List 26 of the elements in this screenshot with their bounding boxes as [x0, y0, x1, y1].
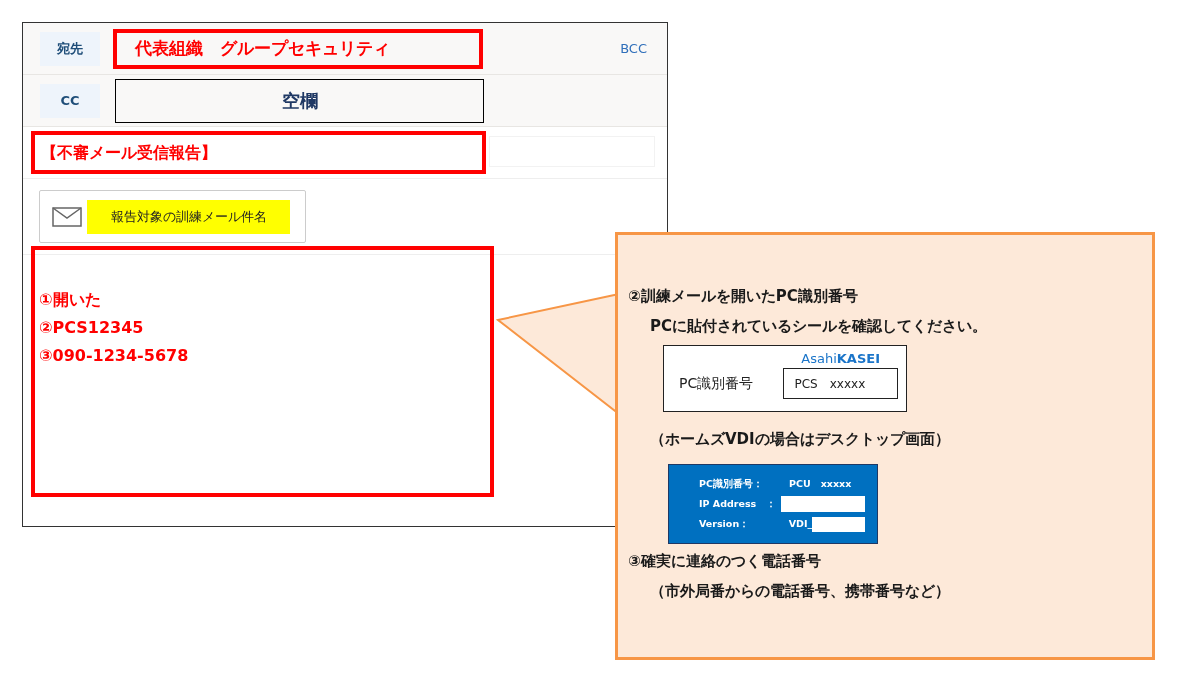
sticker-logo: AsahiKASEI	[801, 350, 880, 368]
callout-note: （ホームズVDIの場合はデスクトップ画面）	[649, 429, 951, 450]
info-value: VDI_	[788, 516, 813, 531]
info-label: PC識別番号：	[699, 476, 764, 491]
bcc-link[interactable]: BCC	[620, 38, 647, 59]
field-label: CC	[40, 83, 100, 118]
body-line: ③090-1234-5678	[39, 345, 190, 367]
attachment-card[interactable]: 報告対象の訓練メール件名	[39, 190, 306, 243]
callout-heading: ②訓練メールを開いたPC識別番号	[628, 286, 859, 307]
body-line: ②PCS12345	[39, 317, 145, 339]
info-value: PCU xxxxx	[789, 476, 852, 491]
recipient-field[interactable]: 空欄	[115, 78, 484, 123]
message-body-field[interactable]: ①開いた ②PCS12345 ③090-1234-5678	[31, 246, 494, 497]
sticker-value: PCS xxxxx	[782, 368, 898, 399]
body-line: ①開いた	[39, 289, 102, 311]
callout-heading: ③確実に連絡のつく電話番号	[628, 551, 822, 572]
info-label: Version：	[699, 516, 751, 531]
recipient-field[interactable]: 代表組織 グループセキュリティ	[113, 28, 483, 69]
sticker-label: PC識別番号	[679, 374, 755, 393]
envelope-icon	[52, 206, 82, 227]
attachment-name: 報告対象の訓練メール件名	[87, 199, 290, 234]
callout-note: （市外局番からの電話番号、携帯番号など）	[649, 581, 951, 602]
subject-field[interactable]: 【不審メール受信報告】	[31, 131, 486, 174]
callout-note: PCに貼付されているシールを確認してください。	[649, 316, 988, 337]
info-label: IP Address ：	[699, 496, 778, 511]
field-label: 宛先	[40, 31, 100, 66]
